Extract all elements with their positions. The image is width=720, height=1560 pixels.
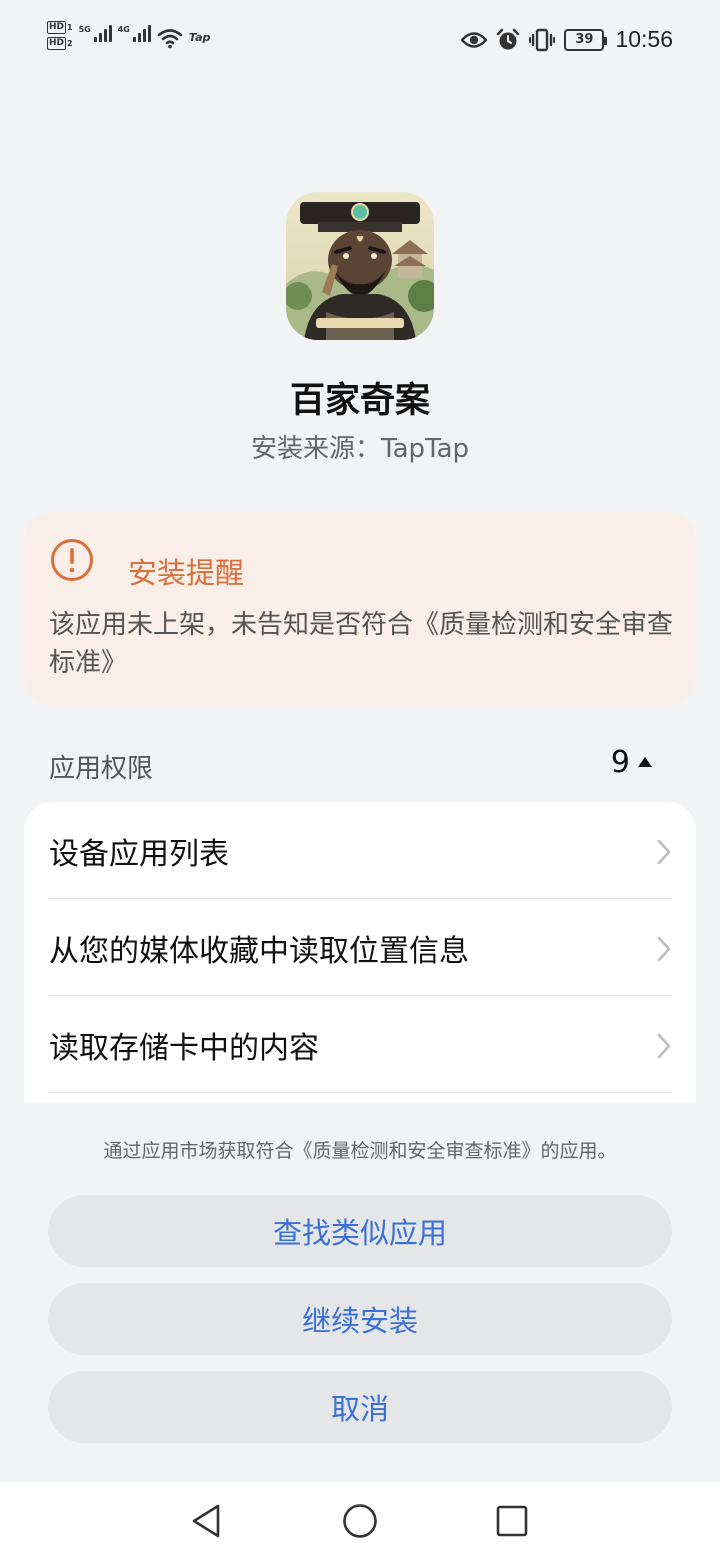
taptap-status-icon: Tap — [188, 31, 211, 44]
app-icon-illustration — [286, 192, 434, 340]
back-icon[interactable] — [189, 1503, 223, 1539]
alarm-icon — [497, 28, 520, 49]
hd1-badge: HD 1 — [47, 21, 73, 34]
permission-item[interactable]: 读取存储卡中的内容 — [24, 996, 696, 1093]
app-market-note: 通过应用市场获取符合《质量检测和安全审查标准》的应用。 — [103, 1140, 617, 1162]
chevron-right-icon — [657, 1033, 671, 1059]
permission-item[interactable]: 设备应用列表 — [24, 802, 696, 899]
hd-indicators: HD 1 HD 2 — [47, 21, 73, 50]
permissions-count: 9 — [610, 745, 630, 780]
cancel-button[interactable]: 取消 — [48, 1371, 672, 1443]
warning-title: 安装提醒 — [128, 556, 245, 590]
wifi-icon — [157, 29, 183, 49]
battery-icon: 39 — [564, 28, 608, 51]
warning-icon — [51, 539, 93, 581]
permission-label: 读取存储卡中的内容 — [49, 1030, 319, 1066]
chevron-right-icon — [657, 936, 671, 962]
status-bar-left: HD 1 HD 2 5G 4G Tap — [47, 21, 210, 50]
permissions-count-toggle[interactable]: 9 — [611, 745, 652, 780]
chevron-right-icon — [657, 839, 671, 865]
status-time: 10:56 — [615, 26, 673, 52]
navigation-bar — [0, 1482, 720, 1560]
status-bar: HD 1 HD 2 5G 4G Tap 39 10:56 — [0, 0, 720, 82]
permissions-list: 设备应用列表 从您的媒体收藏中读取位置信息 读取存储卡中的内容 — [24, 802, 696, 1103]
permissions-header: 应用权限 — [49, 754, 154, 784]
recents-icon[interactable] — [495, 1504, 529, 1538]
app-name: 百家奇案 — [289, 381, 430, 421]
continue-install-button[interactable]: 继续安装 — [48, 1283, 672, 1355]
hd2-badge: HD 2 — [47, 37, 73, 50]
find-similar-apps-button[interactable]: 查找类似应用 — [48, 1195, 672, 1267]
caret-up-icon — [638, 756, 652, 767]
eye-icon — [461, 31, 488, 48]
permission-label: 从您的媒体收藏中读取位置信息 — [49, 933, 469, 969]
warning-body: 该应用未上架，未告知是否符合《质量检测和安全审查标准》 — [49, 610, 674, 678]
install-source: 安装来源：TapTap — [250, 434, 470, 464]
status-bar-right: 39 10:56 — [461, 26, 673, 53]
signal-icon: 5G — [79, 25, 112, 42]
signal-icon: 4G — [118, 25, 151, 42]
app-icon — [286, 192, 434, 340]
vibrate-icon — [529, 28, 556, 51]
home-icon[interactable] — [342, 1503, 378, 1539]
permission-label: 设备应用列表 — [49, 836, 229, 872]
permission-item[interactable]: 从您的媒体收藏中读取位置信息 — [24, 899, 696, 996]
install-warning-card: 安装提醒 该应用未上架，未告知是否符合《质量检测和安全审查标准》 — [24, 512, 696, 705]
